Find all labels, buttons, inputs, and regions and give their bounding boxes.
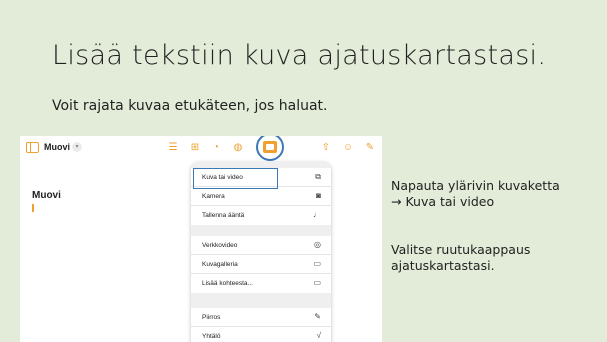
instruction-line: Valitse ruutukaappaus <box>391 242 531 257</box>
menu-item-photo-or-video[interactable]: Kuva tai video ⧉ <box>191 168 331 189</box>
format-icon[interactable]: ✎ <box>364 141 376 154</box>
document-name[interactable]: Muovi <box>44 142 70 152</box>
text-caret <box>32 204 34 212</box>
note-title[interactable]: Muovi <box>32 190 61 201</box>
menu-item-label: Tallenna ääntä <box>202 212 245 219</box>
toolbar: Muovi ▾ ☰ ⊞ ◔ ◍ ⇧ ☺ ✎ <box>20 136 382 161</box>
table-icon[interactable]: ⊞ <box>189 141 201 154</box>
list-icon[interactable]: ☰ <box>167 141 179 154</box>
menu-item-label: Lisää kohteesta... <box>202 280 253 287</box>
menu-item-label: Kuva tai video <box>202 174 243 181</box>
menu-group-sources: Verkkovideo ◎ Kuvagalleria ▭ Lisää kohte… <box>191 236 331 293</box>
menu-group-draw: Piirros ✎ Yhtälö √ <box>191 308 331 342</box>
menu-item-drawing[interactable]: Piirros ✎ <box>191 308 331 327</box>
menu-item-camera[interactable]: Kamera ◙ <box>191 187 331 206</box>
menu-item-insert-from[interactable]: Lisää kohteesta... ▭ <box>191 274 331 293</box>
instruction-line: → Kuva tai video <box>391 194 495 209</box>
gallery-icon: ▭ <box>313 259 321 268</box>
menu-item-equation[interactable]: Yhtälö √ <box>191 327 331 342</box>
instruction-text-2: Valitse ruutukaappaus ajatuskartastasi. <box>391 242 601 274</box>
menu-item-web-video[interactable]: Verkkovideo ◎ <box>191 236 331 255</box>
menu-item-label: Yhtälö <box>202 333 221 340</box>
menu-item-label: Kamera <box>202 193 225 200</box>
media-icon[interactable] <box>263 141 277 153</box>
comment-icon[interactable]: ☺ <box>342 141 354 154</box>
menu-item-label: Verkkovideo <box>202 242 238 249</box>
chart-icon[interactable]: ◔ <box>210 141 222 154</box>
instruction-text: Napauta ylärivin kuvaketta → Kuva tai vi… <box>391 178 601 210</box>
menu-group-media: Kuva tai video ⧉ Kamera ◙ Tallenna ääntä… <box>191 168 331 225</box>
menu-item-record-audio[interactable]: Tallenna ääntä ♩ <box>191 206 331 225</box>
insert-media-popover: Kuva tai video ⧉ Kamera ◙ Tallenna ääntä… <box>191 162 331 342</box>
folder-icon: ▭ <box>313 278 321 287</box>
share-icon[interactable]: ⇧ <box>320 141 332 154</box>
drawing-icon: ✎ <box>314 312 321 321</box>
app-screenshot: Muovi ▾ ☰ ⊞ ◔ ◍ ⇧ ☺ ✎ Muovi Kuva tai vid… <box>20 136 382 342</box>
slide-title: Lisää tekstiin kuva ajatuskartastasi. <box>52 40 547 71</box>
web-video-icon: ◎ <box>314 240 321 249</box>
menu-item-label: Kuvagalleria <box>202 261 238 268</box>
menu-item-gallery[interactable]: Kuvagalleria ▭ <box>191 255 331 274</box>
sidebar-toggle-icon[interactable] <box>26 142 39 153</box>
camera-icon: ◙ <box>316 191 321 200</box>
instruction-line: Napauta ylärivin kuvaketta <box>391 178 560 193</box>
instruction-line: ajatuskartastasi. <box>391 258 495 273</box>
slide-subtitle: Voit rajata kuvaa etukäteen, jos haluat. <box>52 98 328 114</box>
photo-icon: ⧉ <box>315 172 321 181</box>
menu-item-label: Piirros <box>202 314 221 321</box>
shapes-icon[interactable]: ◍ <box>232 141 244 154</box>
chevron-down-icon[interactable]: ▾ <box>72 142 82 152</box>
equation-icon: √ <box>316 331 321 340</box>
mic-icon: ♩ <box>313 210 321 219</box>
